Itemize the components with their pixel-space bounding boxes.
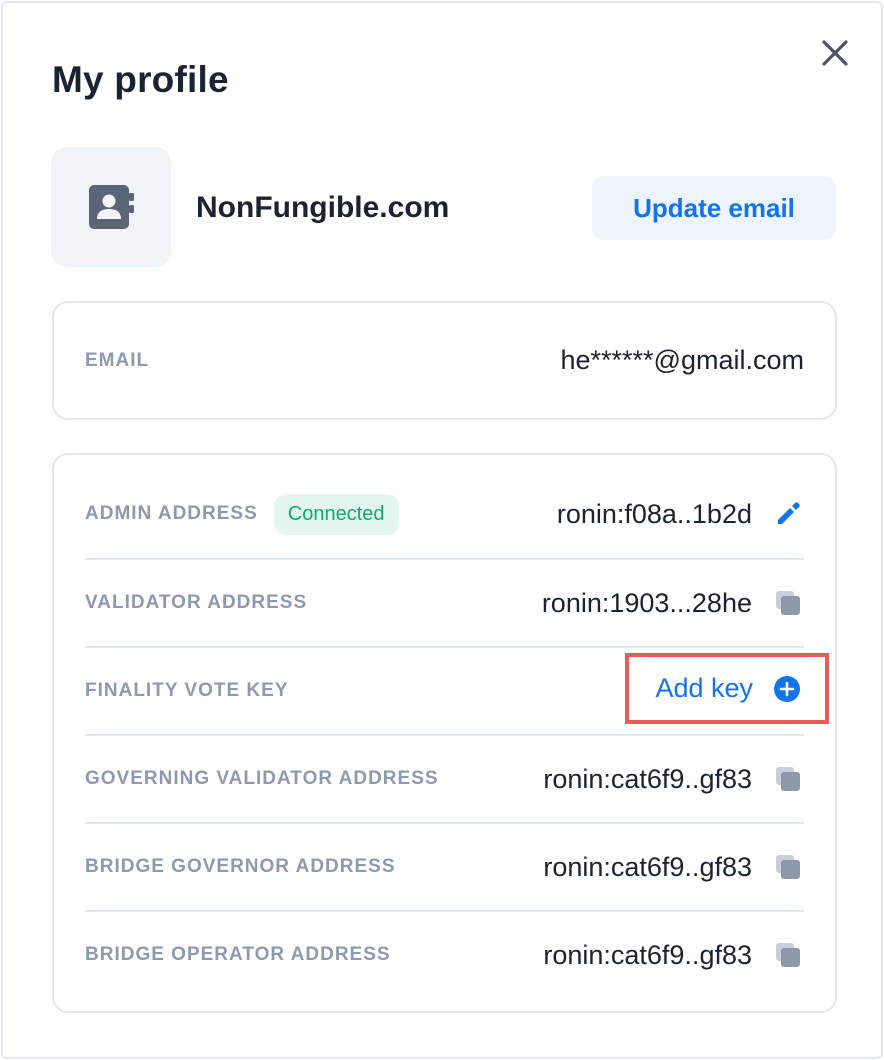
finality-vote-key-label: FINALITY VOTE KEY xyxy=(85,680,289,701)
validator-address-row: VALIDATOR ADDRESS ronin:1903...28he xyxy=(85,558,804,646)
copy-icon[interactable] xyxy=(772,587,804,619)
contact-book-icon xyxy=(89,185,134,229)
close-icon xyxy=(822,40,848,66)
add-circle-icon[interactable] xyxy=(771,673,803,705)
copy-icon[interactable] xyxy=(772,851,804,883)
addresses-card: ADMIN ADDRESS Connected ronin:f08a..1b2d… xyxy=(52,453,837,1013)
bridge-governor-address-row: BRIDGE GOVERNOR ADDRESS ronin:cat6f9..gf… xyxy=(85,822,804,910)
governing-validator-address-value: ronin:cat6f9..gf83 xyxy=(543,763,752,794)
close-button[interactable] xyxy=(815,33,855,73)
add-key-button[interactable]: Add key xyxy=(655,673,753,704)
bridge-operator-address-value: ronin:cat6f9..gf83 xyxy=(543,939,752,970)
email-label: EMAIL xyxy=(85,349,150,371)
copy-icon[interactable] xyxy=(772,939,804,971)
email-row: EMAIL he******@gmail.com xyxy=(85,303,804,418)
add-key-highlight: Add key xyxy=(625,653,829,724)
status-badge: Connected xyxy=(273,493,399,535)
validator-address-label: VALIDATOR ADDRESS xyxy=(85,592,308,613)
org-name: NonFungible.com xyxy=(196,191,450,224)
governing-validator-address-row: GOVERNING VALIDATOR ADDRESS ronin:cat6f9… xyxy=(85,734,804,822)
page-title: My profile xyxy=(52,59,229,100)
email-value: he******@gmail.com xyxy=(560,345,804,375)
validator-address-value: ronin:1903...28he xyxy=(541,587,752,618)
profile-modal: My profile NonFungible.com Update email … xyxy=(1,1,883,1059)
bridge-operator-address-row: BRIDGE OPERATOR ADDRESS ronin:cat6f9..gf… xyxy=(85,910,804,998)
bridge-governor-address-label: BRIDGE GOVERNOR ADDRESS xyxy=(85,856,396,877)
bridge-governor-address-value: ronin:cat6f9..gf83 xyxy=(543,851,752,882)
email-card: EMAIL he******@gmail.com xyxy=(52,301,837,420)
bridge-operator-address-label: BRIDGE OPERATOR ADDRESS xyxy=(85,944,391,965)
edit-icon[interactable] xyxy=(772,498,804,530)
update-email-button[interactable]: Update email xyxy=(592,176,836,240)
avatar xyxy=(51,147,171,267)
admin-address-value: ronin:f08a..1b2d xyxy=(556,498,752,529)
admin-address-label: ADMIN ADDRESS xyxy=(85,503,258,524)
admin-address-row: ADMIN ADDRESS Connected ronin:f08a..1b2d xyxy=(85,470,804,558)
governing-validator-address-label: GOVERNING VALIDATOR ADDRESS xyxy=(85,768,439,789)
copy-icon[interactable] xyxy=(772,763,804,795)
